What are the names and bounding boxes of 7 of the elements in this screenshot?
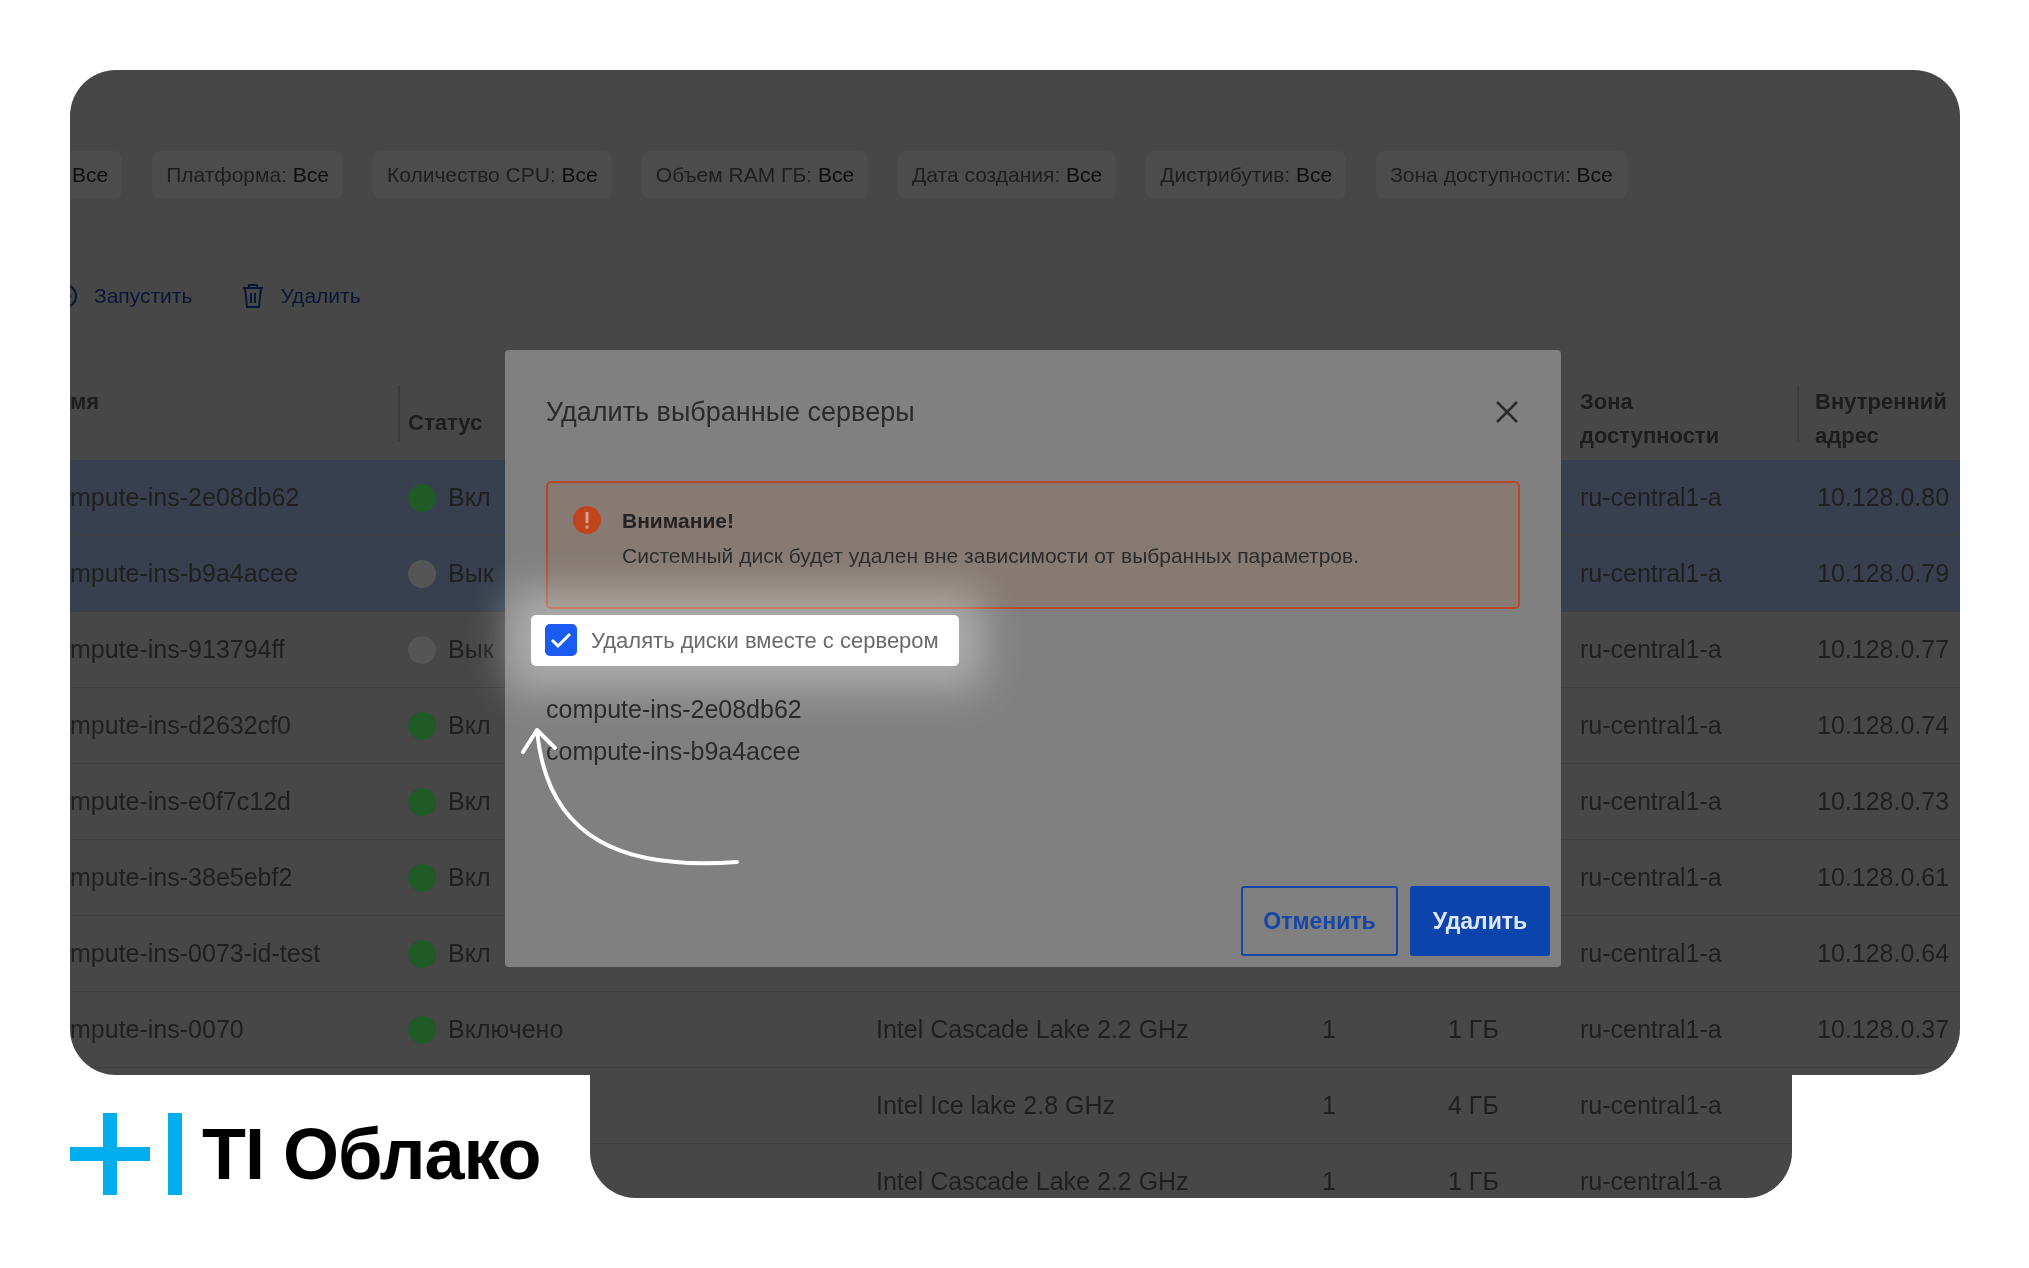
server-name: compute-ins-b9a4acee <box>546 735 802 767</box>
server-name: compute-ins-2e08db62 <box>546 693 803 725</box>
alert-title: Внимание! <box>622 507 735 534</box>
dialog-title: Удалить выбранные серверы <box>546 396 915 429</box>
logo-text: TI Облако <box>202 1118 541 1190</box>
alert-text: Системный диск будет удален вне зависимости от выбранных параметров. <box>622 543 1360 569</box>
checkbox-label: Удалять диски вместе с сервером <box>591 626 939 655</box>
